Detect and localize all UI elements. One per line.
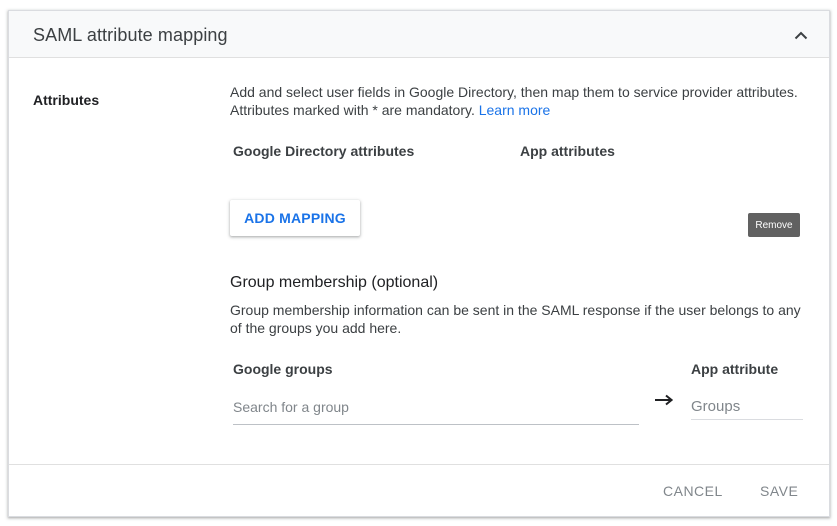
saml-mapping-card: SAML attribute mapping Attributes Add an…	[8, 10, 830, 517]
google-groups-header: Google groups	[233, 361, 333, 377]
directory-attributes-header: Google Directory attributes	[233, 143, 415, 159]
collapse-button[interactable]	[791, 25, 811, 45]
group-membership-title: Group membership (optional)	[230, 274, 439, 291]
card-title: SAML attribute mapping	[33, 25, 228, 45]
save-button[interactable]: SAVE	[760, 483, 798, 499]
card-footer: CANCEL SAVE	[9, 464, 829, 517]
app-attribute-header: App attribute	[691, 361, 779, 377]
attributes-label: Attributes	[33, 92, 100, 108]
app-groups-input[interactable]	[691, 394, 803, 420]
group-search-input[interactable]	[233, 389, 639, 425]
add-mapping-button[interactable]: ADD MAPPING	[230, 200, 360, 236]
attributes-description: Add and select user fields in Google Dir…	[230, 83, 810, 119]
chevron-up-icon	[794, 31, 808, 39]
card-header[interactable]: SAML attribute mapping	[9, 11, 829, 58]
remove-tooltip: Remove	[748, 213, 800, 237]
learn-more-link[interactable]: Learn more	[479, 102, 551, 118]
arrow-right-icon	[655, 390, 674, 411]
app-attributes-header: App attributes	[520, 143, 615, 159]
cancel-button[interactable]: CANCEL	[663, 483, 723, 499]
group-membership-description: Group membership information can be sent…	[230, 302, 801, 336]
